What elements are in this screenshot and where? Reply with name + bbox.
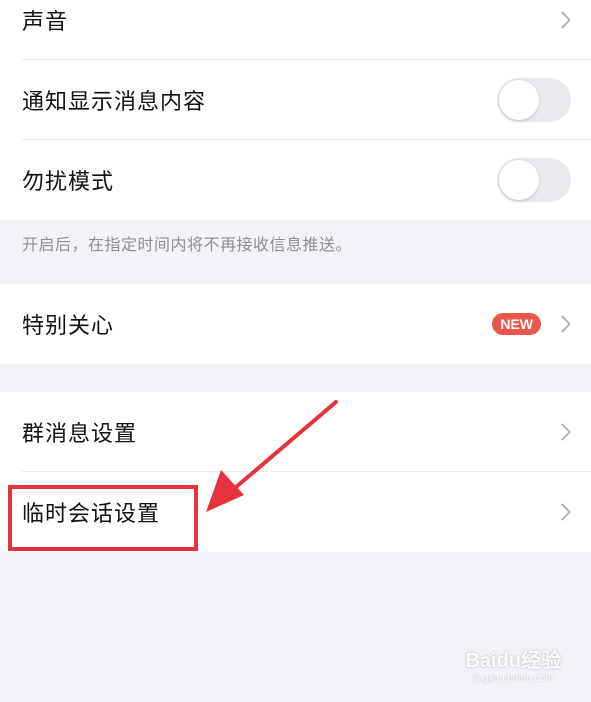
special-care-label: 特别关心 — [22, 314, 115, 339]
notify-preview-row: 通知显示消息内容 — [0, 60, 591, 140]
chevron-right-icon — [561, 503, 571, 521]
notification-settings-group: 声音 通知显示消息内容 勿扰模式 — [0, 0, 591, 220]
special-care-group: 特别关心 NEW — [0, 284, 591, 364]
chevron-right-icon — [561, 11, 571, 29]
new-badge: NEW — [492, 313, 541, 335]
notify-preview-toggle[interactable] — [497, 78, 571, 122]
highlight-box — [8, 485, 198, 551]
special-care-row[interactable]: 特别关心 NEW — [0, 284, 591, 364]
group-msg-label: 群消息设置 — [22, 422, 138, 447]
toggle-knob — [499, 160, 539, 200]
chevron-right-icon — [561, 423, 571, 441]
watermark-url: jingyan.baidu.com — [472, 673, 554, 684]
group-msg-row[interactable]: 群消息设置 — [0, 392, 591, 472]
chevron-right-icon — [561, 315, 571, 333]
toggle-knob — [499, 80, 539, 120]
sound-label: 声音 — [22, 10, 69, 35]
dnd-hint-text: 开启后，在指定时间内将不再接收信息推送。 — [22, 235, 353, 254]
dnd-row: 勿扰模式 — [0, 140, 591, 220]
watermark-brand: Baidu经验 — [465, 650, 561, 672]
dnd-toggle[interactable] — [497, 158, 571, 202]
notify-preview-label: 通知显示消息内容 — [22, 90, 207, 115]
sound-row[interactable]: 声音 — [0, 0, 591, 60]
dnd-label: 勿扰模式 — [22, 170, 115, 195]
baidu-watermark: Baidu经验 jingyan.baidu.com — [465, 644, 561, 684]
